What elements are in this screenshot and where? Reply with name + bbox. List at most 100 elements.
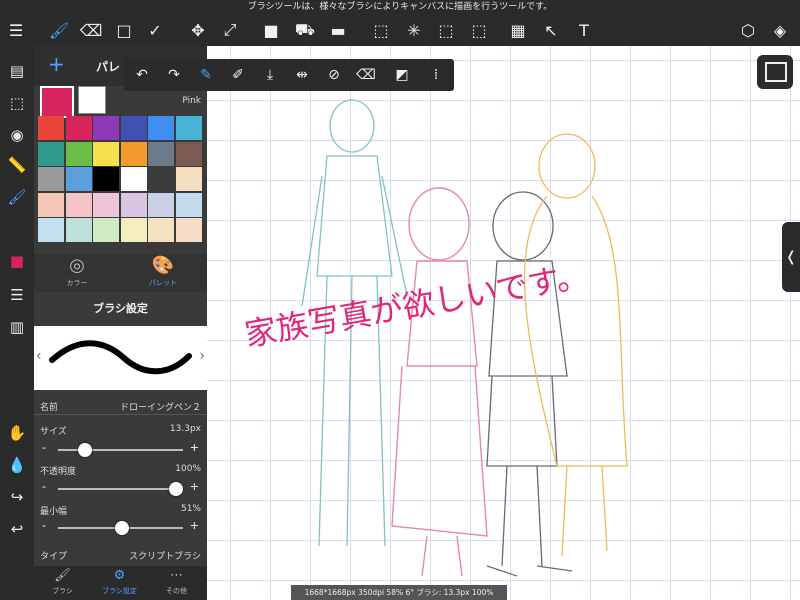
type-value: スクリプトブラシ <box>129 552 201 562</box>
minwidth-slider[interactable]: - + <box>40 519 201 535</box>
redo-float-icon[interactable]: ↷ <box>158 59 190 91</box>
menu-icon[interactable]: ☰ <box>0 14 32 46</box>
size-minus[interactable]: - <box>42 441 46 454</box>
brush-panel-icon[interactable]: 🖌 <box>0 182 34 212</box>
operation-tool-icon[interactable]: ↖ <box>535 14 567 46</box>
add-palette-button[interactable]: + <box>48 52 65 76</box>
opacity-knob[interactable] <box>169 482 183 496</box>
minwidth-plus[interactable]: + <box>190 519 199 532</box>
palette-swatch[interactable] <box>93 116 120 140</box>
tab-more[interactable]: ⋯ その他 <box>148 566 205 600</box>
palette-swatch[interactable] <box>175 141 202 166</box>
opacity-plus[interactable]: + <box>190 480 199 493</box>
palette-swatch[interactable] <box>38 218 64 243</box>
brush-float-icon[interactable]: ✎ <box>190 59 222 91</box>
eraser-float-icon[interactable]: ⌫ <box>350 59 382 91</box>
palette-swatch[interactable] <box>148 167 175 192</box>
magic-wand-icon[interactable]: ✳ <box>398 14 430 46</box>
size-knob[interactable] <box>77 443 92 457</box>
fill-color-icon[interactable]: ■ <box>255 14 287 46</box>
palette-swatch[interactable] <box>148 192 175 217</box>
drawing-canvas[interactable]: 家族写真が欲しいです。 <box>207 46 800 600</box>
no-snap-float-icon[interactable]: ⊘ <box>318 59 350 91</box>
eraser-tool-icon[interactable]: ⌫ <box>75 14 107 46</box>
hand-icon[interactable]: ✋ <box>0 418 34 448</box>
select-pen-icon[interactable]: ⬚ <box>430 14 462 46</box>
chevron-left-icon[interactable]: ‹ <box>36 348 42 364</box>
ruler-icon[interactable]: 📏 <box>0 150 34 180</box>
select-eraser-icon[interactable]: ⬚ <box>463 14 495 46</box>
palette-swatch[interactable] <box>120 218 147 243</box>
palette-swatch[interactable] <box>120 116 147 140</box>
materials-icon[interactable]: ⬡ <box>732 14 764 46</box>
size-slider[interactable]: - + <box>40 441 201 457</box>
palette-swatch[interactable] <box>120 167 147 192</box>
palette-swatch[interactable] <box>175 167 202 192</box>
tab-brush-settings[interactable]: ⚙ ブラシ設定 <box>91 566 148 600</box>
chevron-right-icon[interactable]: › <box>199 348 205 364</box>
palette-swatch[interactable] <box>38 141 64 166</box>
rectangle-tool-icon[interactable]: □ <box>108 14 140 46</box>
redo-icon[interactable]: ↪ <box>0 482 34 512</box>
fill-float-icon[interactable]: ◩ <box>386 59 418 91</box>
palette-swatch[interactable] <box>148 218 175 243</box>
sub-color-swatch[interactable] <box>78 86 106 114</box>
move-tool-icon[interactable]: ✥ <box>182 14 214 46</box>
grid-float-icon[interactable]: ⁞ <box>420 59 452 91</box>
pen-float-icon[interactable]: ✐ <box>222 59 254 91</box>
check-tool-icon[interactable]: ✓ <box>139 14 171 46</box>
palette-swatch[interactable] <box>120 141 147 166</box>
palette-swatch[interactable] <box>148 116 175 140</box>
palette-swatch[interactable] <box>38 192 64 217</box>
palette-swatch[interactable] <box>120 192 147 217</box>
tab-brush[interactable]: 🖌 ブラシ <box>34 566 91 600</box>
palette-swatch[interactable] <box>175 218 202 243</box>
palette-swatch[interactable] <box>65 167 92 192</box>
minwidth-knob[interactable] <box>114 521 129 535</box>
palette-swatch[interactable] <box>93 141 120 166</box>
bucket-tool-icon[interactable]: ⛟ <box>289 14 321 46</box>
palette-swatch[interactable] <box>93 167 120 192</box>
opacity-minus[interactable]: - <box>42 480 46 493</box>
size-plus[interactable]: + <box>190 441 199 454</box>
palette-swatch[interactable] <box>38 167 64 192</box>
eyedropper-icon[interactable]: 💧 <box>0 450 34 480</box>
rotate-icon[interactable]: ◉ <box>0 120 34 150</box>
minwidth-minus[interactable]: - <box>42 519 46 532</box>
palette-swatch[interactable] <box>93 192 120 217</box>
palette-strip-icon[interactable]: ▥ <box>0 312 34 342</box>
palette-swatch[interactable] <box>65 116 92 140</box>
side-panel-handle[interactable]: ❬ <box>782 222 800 292</box>
brush-tool-icon[interactable]: 🖌 <box>43 14 75 46</box>
palette-swatch[interactable] <box>175 192 202 217</box>
color-panel-icon[interactable]: ■ <box>0 246 34 276</box>
palette-swatch[interactable] <box>65 141 92 166</box>
select-rect-icon[interactable]: ⬚ <box>365 14 397 46</box>
undo-icon[interactable]: ↩ <box>0 514 34 544</box>
color-palette-tabs: ◎ カラー 🎨 パレット <box>34 254 207 292</box>
palette-swatch[interactable] <box>175 116 202 140</box>
main-color-swatch[interactable] <box>40 86 74 118</box>
selection-icon[interactable]: ⬚ <box>0 88 34 118</box>
palette-swatch[interactable] <box>38 116 64 140</box>
brush-settings-title: ブラシ設定 <box>34 292 207 326</box>
flip-float-icon[interactable]: ⇹ <box>286 59 318 91</box>
layers-icon[interactable]: ◈ <box>764 14 796 46</box>
palette-swatch[interactable] <box>65 192 92 217</box>
frame-tool-icon[interactable]: ▦ <box>502 14 534 46</box>
undo-float-icon[interactable]: ↶ <box>126 59 158 91</box>
text-tool-icon[interactable]: T <box>568 14 600 46</box>
tab-palette[interactable]: 🎨 パレット <box>120 254 206 292</box>
palette-swatch[interactable] <box>93 218 120 243</box>
tab-color[interactable]: ◎ カラー <box>34 254 120 292</box>
palette-swatch[interactable] <box>148 141 175 166</box>
opacity-slider[interactable]: - + <box>40 480 201 496</box>
top-toolbar: ブラシツールは、様々なブラシによりキャンバスに描画を行うツールです。 ☰ 🖌 ⌫ □ ✓… <box>0 0 800 46</box>
layers-panel-icon[interactable]: ▤ <box>0 56 34 86</box>
list-icon[interactable]: ☰ <box>0 280 34 310</box>
gradient-tool-icon[interactable]: ▬ <box>322 14 354 46</box>
transform-tool-icon[interactable]: ⤢ <box>214 14 246 46</box>
palette-swatch[interactable] <box>65 218 92 243</box>
navigator-button[interactable] <box>757 55 793 89</box>
download-float-icon[interactable]: ⤓ <box>254 59 286 91</box>
